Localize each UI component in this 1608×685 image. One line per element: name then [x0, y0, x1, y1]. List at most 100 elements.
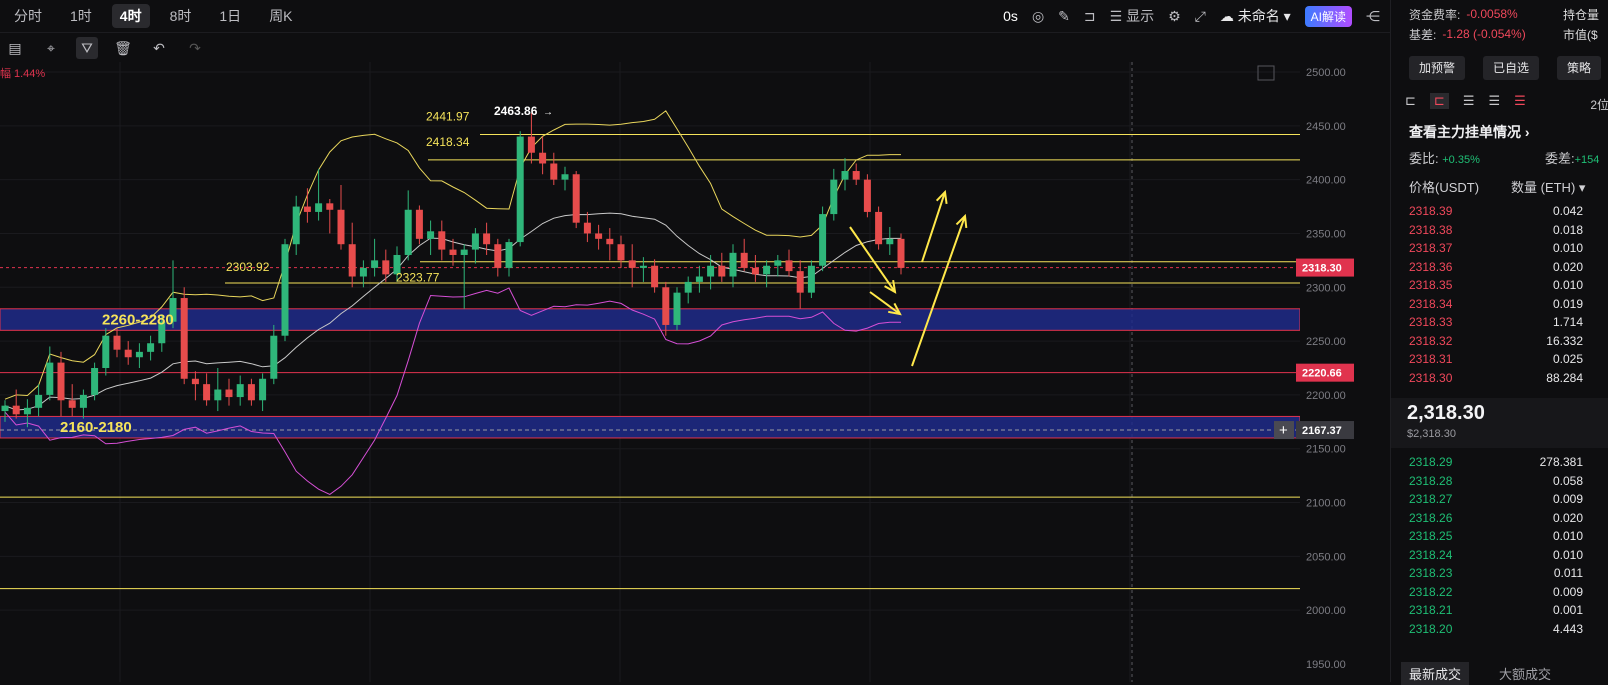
ask-row[interactable]: 2318.32 16.332	[1409, 334, 1608, 352]
view-asks-icon[interactable]: ☰	[1488, 93, 1500, 109]
strategy-button[interactable]: 策略	[1557, 56, 1602, 80]
bid-price: 2318.21	[1409, 603, 1453, 617]
current-price-tag: 2318.30	[1302, 263, 1342, 275]
bid-qty: 0.010	[1552, 529, 1583, 543]
share-icon[interactable]: ⋲	[1366, 8, 1380, 25]
ask-row[interactable]: 2318.36 0.020	[1409, 260, 1608, 278]
ask-row[interactable]: 2318.34 0.019	[1409, 297, 1608, 315]
bid-row[interactable]: 2318.29 278.381	[1409, 455, 1608, 473]
tf-tab-4[interactable]: 8时	[156, 4, 206, 28]
candle-body	[852, 171, 860, 180]
bid-row[interactable]: 2318.23 0.011	[1409, 566, 1608, 584]
bid-price: 2318.26	[1409, 510, 1453, 525]
diff-row: 委差:+154	[1545, 148, 1599, 167]
qty-header[interactable]: 数量 (ETH) ▾	[1511, 177, 1585, 196]
cursor-price-tag: 2167.37	[1302, 425, 1342, 437]
candle-body	[471, 233, 479, 250]
display-label: 显示	[1126, 8, 1155, 24]
funding-row: 资金费率: -0.0058% 持仓量	[1391, 4, 1608, 24]
bid-row[interactable]: 2318.26 0.020	[1409, 511, 1608, 529]
axis-tick: 1950.00	[1306, 659, 1346, 671]
candle-body	[550, 163, 558, 180]
candle-body	[841, 171, 849, 180]
action-buttons: 加预警 已自选 策略	[1409, 56, 1602, 80]
candle-body	[863, 179, 871, 212]
orderbook-view-toggles: ⊏ ⊏ ☰ ☰ ☰	[1405, 93, 1526, 109]
bid-price: 2318.27	[1409, 492, 1453, 506]
layers-icon[interactable]: ▤	[4, 37, 26, 59]
pencil-icon[interactable]: ✎	[1058, 8, 1070, 25]
bid-row[interactable]: 2318.27 0.009	[1409, 492, 1608, 510]
ask-price: 2318.38	[1409, 222, 1453, 237]
candle-body	[819, 214, 827, 266]
ask-row[interactable]: 2318.39 0.042	[1409, 204, 1608, 222]
ratio-row: 委比: +0.35%	[1409, 148, 1480, 167]
bid-qty: 0.009	[1552, 584, 1583, 599]
bid-row[interactable]: 2318.22 0.009	[1409, 585, 1608, 603]
basis-value: -1.28 (-0.054%)	[1442, 27, 1526, 41]
bid-price: 2318.22	[1409, 584, 1453, 599]
candle-body	[606, 238, 614, 245]
ask-row[interactable]: 2318.35 0.010	[1409, 278, 1608, 296]
add-alert-button[interactable]: 加预警	[1409, 56, 1466, 80]
candle-body	[662, 287, 670, 325]
top-toolbar: 分时 1时 4时 8时 1日 周K 0s ◎ ✎ ⊐ ☰ 显示 ⚙ ⤢ ☁ 未命…	[0, 0, 1390, 33]
change-value: 1.44%	[14, 68, 45, 80]
magnet-icon[interactable]: ⌖	[40, 37, 62, 59]
bid-row[interactable]: 2318.25 0.010	[1409, 529, 1608, 547]
candle-body	[259, 378, 267, 401]
last-price: 2,318.30	[1407, 402, 1485, 424]
candle-body	[785, 260, 793, 272]
ai-button[interactable]: AI解读	[1304, 5, 1352, 27]
display-button[interactable]: ☰ 显示	[1110, 6, 1154, 26]
candle-body	[382, 260, 390, 275]
ask-row[interactable]: 2318.30 88.284	[1409, 371, 1608, 389]
candle-body	[751, 267, 759, 275]
seconds-indicator[interactable]: 0s	[1003, 8, 1018, 24]
arrow-line	[849, 226, 896, 293]
filter-icon[interactable]: ⛛	[76, 37, 98, 59]
view-red-icon[interactable]: ☰	[1514, 93, 1526, 109]
layout-selector[interactable]: ☁ 未命名 ▾	[1220, 6, 1291, 26]
ask-row[interactable]: 2318.37 0.010	[1409, 241, 1608, 259]
watchlist-button[interactable]: 已自选	[1483, 56, 1540, 80]
ask-row[interactable]: 2318.33 1.714	[1409, 315, 1608, 333]
view-split-icon[interactable]: ⊏	[1429, 93, 1449, 109]
tf-tab-1[interactable]: 分时	[0, 4, 56, 28]
bid-row[interactable]: 2318.28 0.058	[1409, 474, 1608, 492]
candle-body	[651, 265, 659, 288]
high-price-label: 2463.86	[494, 104, 538, 118]
ask-row[interactable]: 2318.31 0.025	[1409, 352, 1608, 370]
trash-icon[interactable]: 🗑	[112, 37, 134, 59]
decimal-selector[interactable]: 2位	[1590, 96, 1608, 113]
fullscreen-icon[interactable]: ⤢	[1195, 8, 1206, 25]
funding-label: 资金费率:	[1409, 7, 1461, 22]
tf-tab-3[interactable]: 4时	[111, 4, 150, 28]
settings-icon[interactable]: ⚙	[1168, 8, 1181, 25]
ask-row[interactable]: 2318.38 0.018	[1409, 223, 1608, 241]
funding-value: -0.0058%	[1466, 7, 1518, 21]
camera-icon[interactable]: ◎	[1032, 8, 1044, 25]
price-chart[interactable]: 2500.00 2450.00 2400.00 2350.00 2300.00 2250.…	[0, 62, 1358, 682]
list-icon: ☰	[1109, 8, 1123, 24]
diff-value: +154	[1574, 154, 1600, 166]
bid-row[interactable]: 2318.21 0.001	[1409, 603, 1608, 621]
view-bids-icon[interactable]: ☰	[1463, 93, 1475, 109]
tf-tab-2[interactable]: 1时	[56, 4, 106, 28]
view-both-icon[interactable]: ⊏	[1405, 93, 1416, 109]
redo-icon[interactable]: ↷	[184, 37, 206, 59]
tf-tab-6[interactable]: 周K	[255, 4, 306, 28]
bid-row[interactable]: 2318.20 4.443	[1409, 622, 1608, 640]
view-orders-link[interactable]: 查看主力挂单情况 ›	[1409, 122, 1530, 142]
undo-icon[interactable]: ↶	[148, 37, 170, 59]
change-prefix: 幅	[0, 67, 11, 80]
drawing-toolbar: ▤ ⌖ ⛛ 🗑 ↶ ↷	[0, 33, 206, 63]
candle-body	[225, 389, 233, 398]
bookmark-icon[interactable]: ⊐	[1084, 8, 1096, 25]
axis-tick: 2100.00	[1306, 498, 1346, 510]
tf-tab-5[interactable]: 1日	[205, 4, 255, 28]
bid-row[interactable]: 2318.24 0.010	[1409, 548, 1608, 566]
candle-body	[494, 244, 502, 268]
candle-body	[449, 249, 457, 255]
axis-tick: 2200.00	[1306, 390, 1346, 402]
